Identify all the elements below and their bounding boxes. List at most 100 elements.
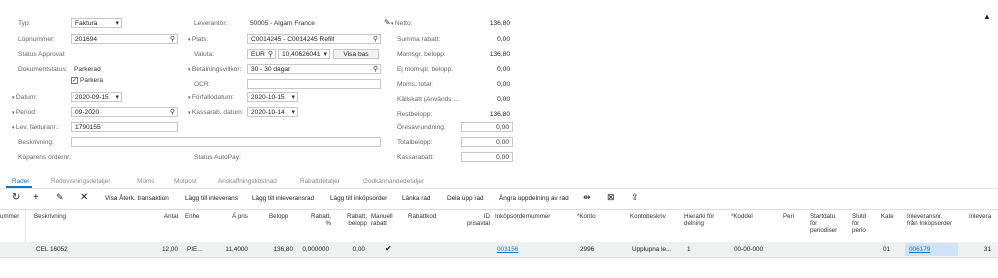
cell-enhet: PIE... bbox=[187, 246, 203, 253]
col-apris[interactable]: Á pris bbox=[232, 213, 248, 220]
search-icon[interactable]: ⚲ bbox=[170, 35, 175, 43]
col-beskrivning[interactable]: Beskrivning bbox=[34, 213, 66, 220]
col-rabatt-pct[interactable]: Rabatt, % bbox=[307, 213, 331, 227]
tab-rabattdetaljer[interactable]: Rabattdetaljer bbox=[300, 178, 340, 185]
cell-inkopsordernummer-link[interactable]: 003156 bbox=[497, 246, 518, 253]
status-autopay-label: Status AutoPay: bbox=[194, 154, 241, 161]
forfallodatum-field[interactable]: 2020-10-15 ▾ bbox=[247, 92, 298, 102]
angra-uppdelning-button[interactable]: Ångra uppdelning av rad bbox=[499, 195, 569, 202]
col-slutd[interactable]: Slutd för perio bbox=[852, 213, 872, 234]
search-icon[interactable]: ⚲ bbox=[268, 50, 273, 58]
kallskatt-value: 0,00 bbox=[497, 96, 510, 103]
lopnummer-label: Löpnummer: bbox=[18, 36, 56, 43]
ej-momspl-label: Ej momspl. belopp: bbox=[397, 66, 454, 73]
upload-icon[interactable]: ⇪ bbox=[631, 192, 639, 203]
cell-hierarki: 1 bbox=[687, 246, 691, 253]
visa-aterk-button[interactable]: Visa Återk. transaktion bbox=[105, 195, 169, 202]
totalbelopp-label: Totalbelopp: bbox=[397, 139, 433, 146]
lagg-inleverans-button[interactable]: Lägg till inleverans bbox=[185, 195, 238, 202]
tab-motpost[interactable]: Motpost bbox=[174, 178, 197, 185]
search-icon[interactable]: ⚲ bbox=[373, 65, 378, 73]
koparens-label: Köparens ordernr: bbox=[18, 154, 72, 161]
col-konto-label: Konto bbox=[579, 213, 596, 220]
beskrivning-field[interactable] bbox=[71, 137, 381, 147]
cell-belopp: 136,80 bbox=[273, 246, 293, 253]
col-inleveransnr[interactable]: Inleveransnr. från Inköpsorder bbox=[907, 213, 953, 227]
chevron-down-icon: ▾ bbox=[291, 109, 295, 116]
visa-bas-button[interactable]: Visa bas bbox=[333, 49, 379, 59]
lagg-inleveransrad-button[interactable]: Lägg till inleveransrad bbox=[252, 195, 314, 202]
edit-icon[interactable]: ✎ bbox=[384, 18, 391, 27]
parkera-checkbox[interactable]: ✓ bbox=[71, 77, 78, 84]
col-antal[interactable]: Antal bbox=[164, 213, 178, 220]
dela-upp-rad-button[interactable]: Dela upp rad bbox=[447, 195, 484, 202]
manuell-rabatt-checkbox[interactable]: ✔ bbox=[385, 244, 392, 253]
col-startdatum[interactable]: Startdatu för periodiser bbox=[810, 213, 842, 234]
col-inkopsordernummer[interactable]: Inköpsordernummer bbox=[495, 213, 550, 220]
chevron-down-icon: ▾ bbox=[323, 51, 327, 58]
status-approval-label: Status Approval: bbox=[18, 51, 67, 58]
col-koddel[interactable]: *Koddel bbox=[731, 213, 753, 220]
col-belopp[interactable]: Belopp bbox=[269, 213, 288, 220]
totalbelopp-field[interactable]: 0,00 bbox=[461, 137, 513, 147]
col-nummer[interactable]: ummer bbox=[0, 213, 19, 220]
tab-redovisningsdetaljer[interactable]: Redovisningsdetaljer bbox=[51, 178, 110, 185]
period-field[interactable]: 09-2020 ⚲ bbox=[71, 107, 178, 117]
kassarab-value: 2020-10-14 bbox=[251, 109, 285, 116]
tab-rader[interactable]: Rader bbox=[12, 178, 29, 185]
forfallodatum-value: 2020-10-15 bbox=[251, 94, 285, 101]
lanka-rad-button[interactable]: Länka rad bbox=[402, 195, 430, 202]
table-row[interactable]: CEL 16052 12,00 PIE... 11,4000 136,80 0,… bbox=[0, 242, 998, 258]
parkera-label: Parkera bbox=[80, 77, 104, 84]
period-value: 09-2020 bbox=[75, 109, 100, 116]
betalningsvillkor-field[interactable]: 30 - 30 dagar ⚲ bbox=[247, 64, 381, 74]
summa-rabatt-label: Summa rabatt: bbox=[397, 36, 441, 43]
col-hierarki[interactable]: Hierarki för delning bbox=[684, 213, 720, 227]
ej-momspl-value: 0,00 bbox=[497, 66, 510, 73]
tab-anskaffningskostnad[interactable]: Anskaffningskostnad bbox=[218, 178, 277, 185]
kassarabatt-value: 0,00 bbox=[496, 154, 509, 161]
cell-antal: 12,00 bbox=[162, 246, 178, 253]
col-id-prisavtal[interactable]: ID prisavtal bbox=[462, 213, 490, 227]
datum-field[interactable]: 2020-09-15 ▾ bbox=[71, 92, 122, 102]
refresh-icon[interactable]: ↻ bbox=[12, 192, 20, 203]
col-konto[interactable]: *Konto bbox=[577, 213, 596, 220]
momsgr-label: Momsgr. belopp: bbox=[397, 51, 446, 58]
col-peri[interactable]: Peri bbox=[783, 213, 794, 220]
col-rabattkod[interactable]: Rabattkod bbox=[408, 213, 436, 220]
kassarabatt-field[interactable]: 0,00 bbox=[461, 152, 513, 162]
tab-godkannandedetaljer[interactable]: Godkännandedetaljer bbox=[363, 178, 424, 185]
kurs-field[interactable]: 10,40626041 ▾ bbox=[278, 49, 330, 59]
col-kontobeskriv[interactable]: Kontobeskriv bbox=[630, 213, 666, 220]
lopnummer-field[interactable]: 201694 ⚲ bbox=[71, 34, 178, 44]
lagg-inkopsorder-button[interactable]: Lägg till inköpsorder bbox=[330, 195, 387, 202]
search-icon[interactable]: ⚲ bbox=[170, 108, 175, 116]
col-manuell-rabatt[interactable]: Manuell rabatt bbox=[371, 213, 397, 227]
fit-columns-icon[interactable]: ⇹ bbox=[583, 192, 591, 203]
tab-moms[interactable]: Moms bbox=[137, 178, 154, 185]
col-kate[interactable]: Kate bbox=[881, 213, 894, 220]
typ-select[interactable]: Faktura ▾ bbox=[71, 18, 122, 28]
col-rabatt-belopp[interactable]: Rabatt, belopp bbox=[343, 213, 367, 227]
col-enhet[interactable]: Enhe bbox=[185, 213, 199, 220]
kassarab-field[interactable]: 2020-10-14 ▾ bbox=[247, 107, 298, 117]
oresavrundning-field[interactable]: 0,00 bbox=[461, 122, 513, 132]
chevron-down-icon: ▾ bbox=[115, 20, 119, 27]
col-inlevera[interactable]: Inlevera bbox=[969, 213, 991, 220]
collapse-icon[interactable]: ▲ bbox=[983, 12, 991, 21]
cell-beskrivning: CEL 16052 bbox=[36, 246, 68, 253]
valuta-field[interactable]: EUR ⚲ bbox=[247, 49, 276, 59]
export-excel-icon[interactable]: ⊠ bbox=[607, 192, 615, 203]
levfaktura-field[interactable]: 1790155 bbox=[71, 122, 178, 132]
typ-label: Typ: bbox=[18, 20, 31, 27]
cell-inleveransnr-link[interactable]: 006179 bbox=[909, 246, 930, 253]
edit-icon[interactable]: ✎ bbox=[56, 192, 64, 203]
ocr-field[interactable] bbox=[247, 79, 381, 89]
totalbelopp-value: 0,00 bbox=[496, 139, 509, 146]
search-icon[interactable]: ⚲ bbox=[373, 35, 378, 43]
plats-field[interactable]: C0014245 - C0014245 Refill ⚲ bbox=[247, 34, 381, 44]
add-icon[interactable]: + bbox=[33, 192, 39, 203]
valuta-value: EUR bbox=[251, 51, 265, 58]
delete-icon[interactable]: ✕ bbox=[80, 192, 88, 203]
oresavrundning-value: 0,00 bbox=[496, 124, 509, 131]
